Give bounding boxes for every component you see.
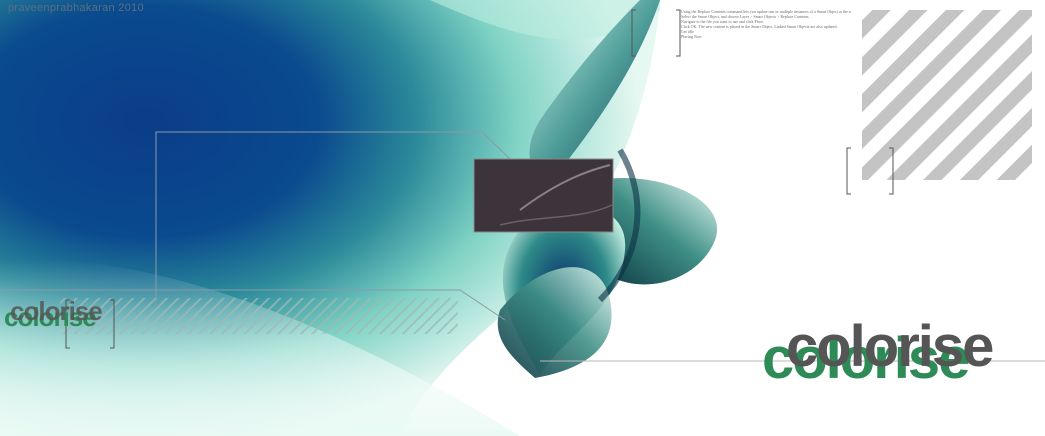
hatched-strip [60,298,458,334]
instruction-line: Click OK. The new content is placed in t… [681,24,838,29]
abstract-artwork: colorise colorise colorise colorise [0,0,1045,436]
artist-credit: praveenprabhakaran 2010 [8,2,144,14]
instruction-line: Placing Now [681,34,702,39]
logo-large: colorise [786,314,993,379]
logo-small: colorise [10,296,102,326]
bracket-right [846,147,851,195]
artwork-canvas: colorise colorise colorise colorise prav… [0,0,1045,436]
stripe-block [862,10,1032,180]
instruction-notes: Using the Replace Contents command lets … [681,9,851,39]
